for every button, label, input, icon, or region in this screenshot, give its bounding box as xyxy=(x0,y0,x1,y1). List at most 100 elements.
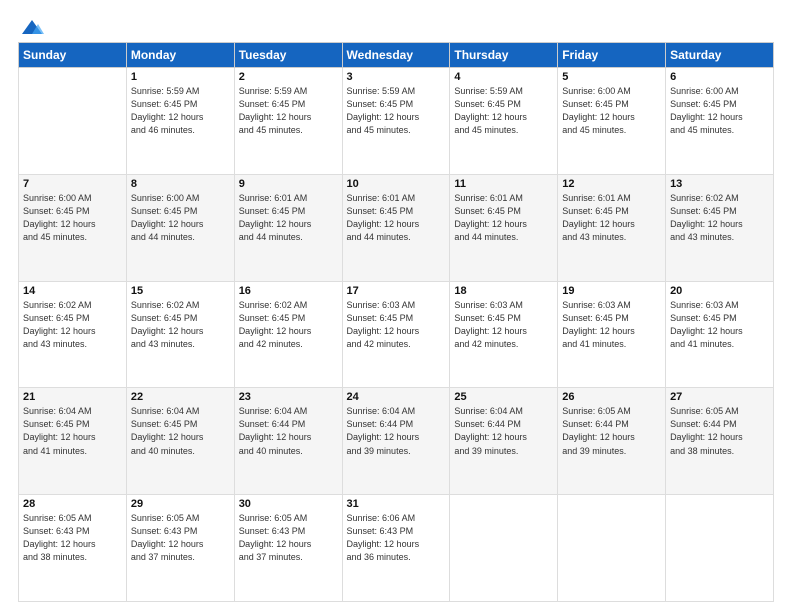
header xyxy=(18,18,774,34)
day-info: Sunrise: 6:00 AM Sunset: 6:45 PM Dayligh… xyxy=(562,85,661,137)
day-info: Sunrise: 6:03 AM Sunset: 6:45 PM Dayligh… xyxy=(562,299,661,351)
header-tuesday: Tuesday xyxy=(234,43,342,68)
day-number: 10 xyxy=(347,178,446,190)
calendar-cell: 14 Sunrise: 6:02 AM Sunset: 6:45 PM Dayli… xyxy=(19,281,127,388)
day-number: 12 xyxy=(562,178,661,190)
calendar-cell: 20 Sunrise: 6:03 AM Sunset: 6:45 PM Dayli… xyxy=(666,281,774,388)
calendar-cell: 8Sunrise: 6:00 AM Sunset: 6:45 PM Daylig… xyxy=(126,174,234,281)
logo xyxy=(18,18,44,34)
day-info: Sunrise: 6:03 AM Sunset: 6:45 PM Dayligh… xyxy=(670,299,769,351)
header-wednesday: Wednesday xyxy=(342,43,450,68)
day-number: 13 xyxy=(670,178,769,190)
day-info: Sunrise: 6:02 AM Sunset: 6:45 PM Dayligh… xyxy=(239,299,338,351)
calendar-cell: 12Sunrise: 6:01 AM Sunset: 6:45 PM Dayli… xyxy=(558,174,666,281)
calendar-cell: 18 Sunrise: 6:03 AM Sunset: 6:45 PM Dayli… xyxy=(450,281,558,388)
header-monday: Monday xyxy=(126,43,234,68)
day-number: 21 xyxy=(23,391,122,403)
calendar-cell: 16 Sunrise: 6:02 AM Sunset: 6:45 PM Dayli… xyxy=(234,281,342,388)
day-number: 5 xyxy=(562,71,661,83)
day-number: 27 xyxy=(670,391,769,403)
day-number: 3 xyxy=(347,71,446,83)
calendar-cell: 6 Sunrise: 6:00 AM Sunset: 6:45 PM Daylig… xyxy=(666,68,774,175)
day-number: 2 xyxy=(239,71,338,83)
calendar-table: Sunday Monday Tuesday Wednesday Thursday… xyxy=(18,42,774,602)
calendar-cell xyxy=(558,495,666,602)
calendar-cell: 10 Sunrise: 6:01 AM Sunset: 6:45 PM Dayli… xyxy=(342,174,450,281)
day-number: 9 xyxy=(239,178,338,190)
day-info: Sunrise: 6:04 AM Sunset: 6:44 PM Dayligh… xyxy=(347,405,446,457)
calendar-cell: 3 Sunrise: 5:59 AM Sunset: 6:45 PM Daylig… xyxy=(342,68,450,175)
calendar-cell: 27 Sunrise: 6:05 AM Sunset: 6:44 PM Dayli… xyxy=(666,388,774,495)
day-info: Sunrise: 6:06 AM Sunset: 6:43 PM Dayligh… xyxy=(347,512,446,564)
calendar-page: Sunday Monday Tuesday Wednesday Thursday… xyxy=(0,0,792,612)
day-info: Sunrise: 6:02 AM Sunset: 6:45 PM Dayligh… xyxy=(23,299,122,351)
day-info: Sunrise: 6:05 AM Sunset: 6:43 PM Dayligh… xyxy=(239,512,338,564)
calendar-cell: 29 Sunrise: 6:05 AM Sunset: 6:43 PM Dayli… xyxy=(126,495,234,602)
day-number: 26 xyxy=(562,391,661,403)
calendar-header: Sunday Monday Tuesday Wednesday Thursday… xyxy=(19,43,774,68)
calendar-cell: 7 Sunrise: 6:00 AM Sunset: 6:45 PM Daylig… xyxy=(19,174,127,281)
day-info: Sunrise: 6:01 AM Sunset: 6:45 PM Dayligh… xyxy=(239,192,338,244)
day-info: Sunrise: 6:01 AM Sunset: 6:45 PM Dayligh… xyxy=(347,192,446,244)
calendar-cell: 5 Sunrise: 6:00 AM Sunset: 6:45 PM Daylig… xyxy=(558,68,666,175)
calendar-body: 1Sunrise: 5:59 AM Sunset: 6:45 PM Daylig… xyxy=(19,68,774,602)
header-friday: Friday xyxy=(558,43,666,68)
day-number: 19 xyxy=(562,285,661,297)
day-number: 30 xyxy=(239,498,338,510)
day-number: 24 xyxy=(347,391,446,403)
day-number: 6 xyxy=(670,71,769,83)
day-info: Sunrise: 6:02 AM Sunset: 6:45 PM Dayligh… xyxy=(131,299,230,351)
calendar-cell: 25 Sunrise: 6:04 AM Sunset: 6:44 PM Dayli… xyxy=(450,388,558,495)
day-info: Sunrise: 6:01 AM Sunset: 6:45 PM Dayligh… xyxy=(454,192,553,244)
calendar-cell: 13 Sunrise: 6:02 AM Sunset: 6:45 PM Dayli… xyxy=(666,174,774,281)
day-info: Sunrise: 6:05 AM Sunset: 6:43 PM Dayligh… xyxy=(23,512,122,564)
day-number: 7 xyxy=(23,178,122,190)
calendar-cell: 31 Sunrise: 6:06 AM Sunset: 6:43 PM Dayli… xyxy=(342,495,450,602)
calendar-cell: 28Sunrise: 6:05 AM Sunset: 6:43 PM Dayli… xyxy=(19,495,127,602)
day-number: 14 xyxy=(23,285,122,297)
day-info: Sunrise: 6:00 AM Sunset: 6:45 PM Dayligh… xyxy=(131,192,230,244)
day-info: Sunrise: 5:59 AM Sunset: 6:45 PM Dayligh… xyxy=(454,85,553,137)
calendar-cell: 4 Sunrise: 5:59 AM Sunset: 6:45 PM Daylig… xyxy=(450,68,558,175)
calendar-cell: 11 Sunrise: 6:01 AM Sunset: 6:45 PM Dayli… xyxy=(450,174,558,281)
calendar-cell: 1Sunrise: 5:59 AM Sunset: 6:45 PM Daylig… xyxy=(126,68,234,175)
day-info: Sunrise: 6:05 AM Sunset: 6:44 PM Dayligh… xyxy=(562,405,661,457)
day-info: Sunrise: 6:03 AM Sunset: 6:45 PM Dayligh… xyxy=(454,299,553,351)
calendar-cell: 19 Sunrise: 6:03 AM Sunset: 6:45 PM Dayli… xyxy=(558,281,666,388)
calendar-cell xyxy=(19,68,127,175)
day-number: 4 xyxy=(454,71,553,83)
day-number: 11 xyxy=(454,178,553,190)
day-number: 25 xyxy=(454,391,553,403)
day-info: Sunrise: 5:59 AM Sunset: 6:45 PM Dayligh… xyxy=(347,85,446,137)
calendar-cell: 21 Sunrise: 6:04 AM Sunset: 6:45 PM Dayli… xyxy=(19,388,127,495)
calendar-cell: 30 Sunrise: 6:05 AM Sunset: 6:43 PM Dayli… xyxy=(234,495,342,602)
day-info: Sunrise: 6:04 AM Sunset: 6:44 PM Dayligh… xyxy=(239,405,338,457)
calendar-cell: 2 Sunrise: 5:59 AM Sunset: 6:45 PM Daylig… xyxy=(234,68,342,175)
day-number: 23 xyxy=(239,391,338,403)
calendar-cell: 22Sunrise: 6:04 AM Sunset: 6:45 PM Dayli… xyxy=(126,388,234,495)
day-info: Sunrise: 5:59 AM Sunset: 6:45 PM Dayligh… xyxy=(239,85,338,137)
day-info: Sunrise: 6:00 AM Sunset: 6:45 PM Dayligh… xyxy=(23,192,122,244)
day-info: Sunrise: 6:05 AM Sunset: 6:43 PM Dayligh… xyxy=(131,512,230,564)
calendar-cell: 9 Sunrise: 6:01 AM Sunset: 6:45 PM Daylig… xyxy=(234,174,342,281)
header-sunday: Sunday xyxy=(19,43,127,68)
day-info: Sunrise: 6:00 AM Sunset: 6:45 PM Dayligh… xyxy=(670,85,769,137)
day-info: Sunrise: 6:04 AM Sunset: 6:45 PM Dayligh… xyxy=(131,405,230,457)
calendar-cell xyxy=(666,495,774,602)
header-thursday: Thursday xyxy=(450,43,558,68)
day-info: Sunrise: 6:04 AM Sunset: 6:44 PM Dayligh… xyxy=(454,405,553,457)
calendar-cell: 23 Sunrise: 6:04 AM Sunset: 6:44 PM Dayli… xyxy=(234,388,342,495)
day-number: 31 xyxy=(347,498,446,510)
day-info: Sunrise: 6:04 AM Sunset: 6:45 PM Dayligh… xyxy=(23,405,122,457)
day-number: 29 xyxy=(131,498,230,510)
day-info: Sunrise: 6:05 AM Sunset: 6:44 PM Dayligh… xyxy=(670,405,769,457)
day-number: 20 xyxy=(670,285,769,297)
calendar-cell xyxy=(450,495,558,602)
calendar-cell: 17Sunrise: 6:03 AM Sunset: 6:45 PM Dayli… xyxy=(342,281,450,388)
day-info: Sunrise: 6:03 AM Sunset: 6:45 PM Dayligh… xyxy=(347,299,446,351)
day-number: 16 xyxy=(239,285,338,297)
header-saturday: Saturday xyxy=(666,43,774,68)
calendar-cell: 26 Sunrise: 6:05 AM Sunset: 6:44 PM Dayli… xyxy=(558,388,666,495)
day-info: Sunrise: 6:02 AM Sunset: 6:45 PM Dayligh… xyxy=(670,192,769,244)
day-number: 18 xyxy=(454,285,553,297)
